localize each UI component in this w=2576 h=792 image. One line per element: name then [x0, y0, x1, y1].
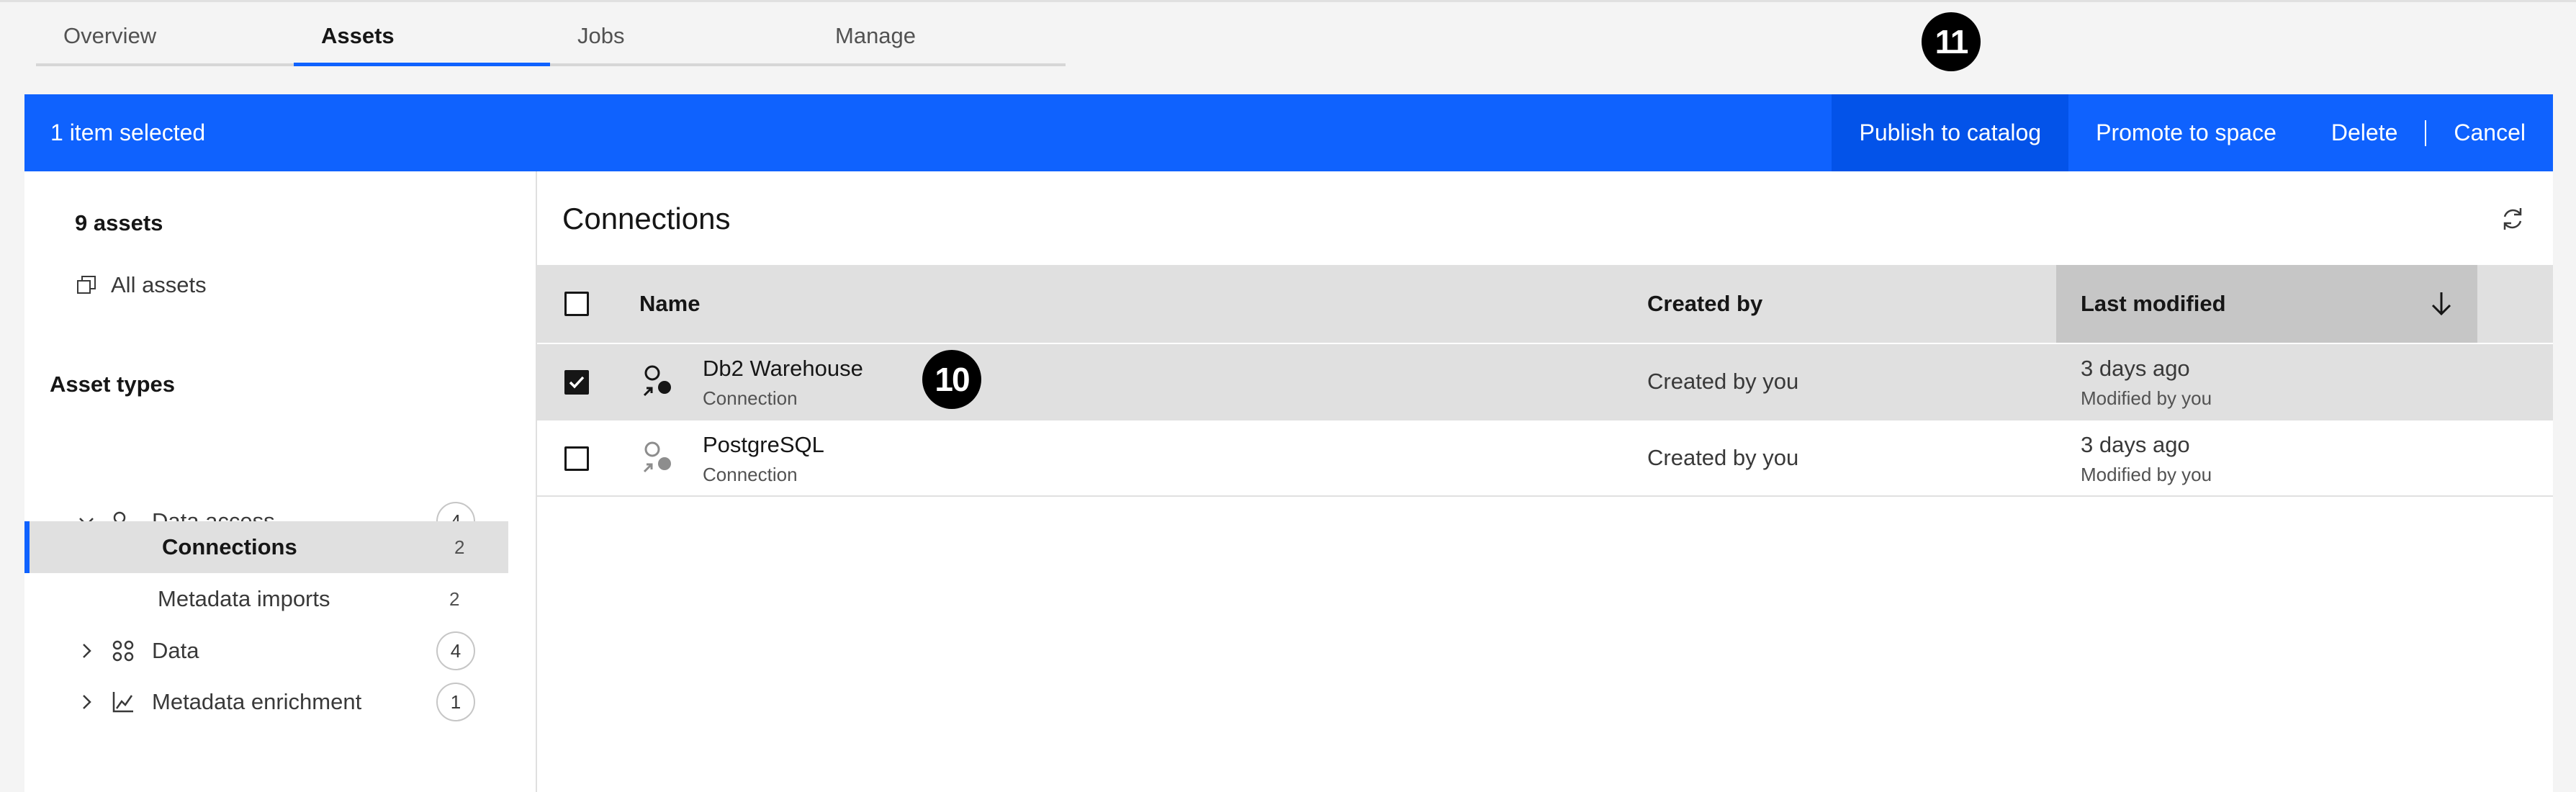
tab-jobs[interactable]: Jobs — [550, 3, 808, 66]
sort-descending-icon[interactable] — [2427, 289, 2456, 318]
selection-action-bar: 1 item selected Publish to catalog Promo… — [24, 94, 2553, 171]
chevron-right-icon — [83, 644, 91, 658]
select-all-checkbox[interactable] — [564, 292, 589, 316]
tree-label-data: Data — [152, 638, 199, 663]
column-created-by[interactable]: Created by — [1647, 265, 1762, 343]
row-type: Connection — [703, 387, 798, 409]
row-last-modified: 3 days ago — [2081, 432, 2190, 457]
column-last-modified-label: Last modified — [2081, 291, 2226, 316]
row-name[interactable]: PostgreSQL — [703, 432, 824, 458]
cancel-button[interactable]: Cancel — [2426, 94, 2553, 171]
tree-label-metadata-enrichment: Metadata enrichment — [152, 689, 362, 714]
count-metadata-imports: 2 — [449, 588, 460, 610]
tab-bar: Overview Assets Jobs Manage — [36, 3, 1066, 66]
tab-manage[interactable]: Manage — [808, 3, 1066, 66]
refresh-icon[interactable] — [2498, 204, 2527, 233]
asset-filter-sidebar: 9 assets All assets Asset types Data acc… — [24, 171, 537, 792]
asset-list: Connections Name Created by Last modifie… — [537, 171, 2553, 792]
row-created-by: Created by you — [1647, 445, 1799, 470]
all-assets-link[interactable]: All assets — [75, 272, 207, 298]
bulk-actions: Publish to catalog Promote to space Dele… — [1832, 94, 2553, 171]
count-badge-metadata-enrichment: 1 — [436, 683, 475, 721]
page-title: Connections — [562, 202, 731, 235]
column-name[interactable]: Name — [639, 265, 700, 343]
connection-icon — [643, 441, 671, 473]
chevron-right-icon — [83, 695, 91, 709]
tree-item-data[interactable]: Data 4 — [24, 625, 508, 677]
row-name[interactable]: Db2 Warehouse — [703, 356, 863, 382]
tab-assets[interactable]: Assets — [294, 3, 550, 66]
all-assets-label: All assets — [111, 272, 207, 297]
tree-item-connections[interactable]: Connections 2 — [24, 521, 508, 573]
count-connections: 2 — [454, 536, 465, 558]
row-created-by: Created by you — [1647, 369, 1799, 394]
checkmark-icon — [569, 376, 585, 389]
callout-marker-11: 11 — [1922, 12, 1981, 71]
asset-types-heading: Asset types — [50, 372, 176, 397]
selection-count: 1 item selected — [50, 120, 206, 145]
row-checkbox[interactable] — [564, 446, 589, 471]
enrichment-icon — [112, 692, 133, 713]
count-badge-data: 4 — [436, 631, 475, 670]
row-modified-by: Modified by you — [2081, 387, 2212, 409]
tree-label-metadata-imports: Metadata imports — [158, 586, 330, 611]
column-last-modified[interactable]: Last modified — [2056, 265, 2477, 343]
tree-label-connections: Connections — [162, 534, 297, 559]
top-border — [0, 0, 2576, 2]
table-row[interactable]: PostgreSQL Connection Created by you 3 d… — [537, 420, 2553, 497]
row-last-modified: 3 days ago — [2081, 356, 2190, 381]
table-row[interactable]: Db2 Warehouse Connection Created by you … — [537, 344, 2553, 420]
tree-item-metadata-enrichment[interactable]: Metadata enrichment 1 — [24, 676, 508, 728]
row-type: Connection — [703, 464, 798, 485]
publish-to-catalog-button[interactable]: Publish to catalog — [1832, 94, 2069, 171]
delete-button[interactable]: Delete — [2304, 94, 2426, 171]
copy-icon — [77, 276, 96, 294]
connection-icon — [643, 365, 671, 397]
row-checkbox[interactable] — [564, 370, 589, 395]
asset-count: 9 assets — [75, 210, 163, 235]
tab-overview[interactable]: Overview — [36, 3, 294, 66]
callout-marker-10: 10 — [922, 350, 981, 409]
table-header: Name Created by Last modified — [537, 265, 2553, 343]
data-icon — [112, 640, 134, 662]
tree-item-metadata-imports[interactable]: Metadata imports 2 — [24, 573, 508, 625]
row-modified-by: Modified by you — [2081, 464, 2212, 485]
promote-to-space-button[interactable]: Promote to space — [2068, 94, 2304, 171]
assets-panel: 9 assets All assets Asset types Data acc… — [24, 171, 2553, 792]
